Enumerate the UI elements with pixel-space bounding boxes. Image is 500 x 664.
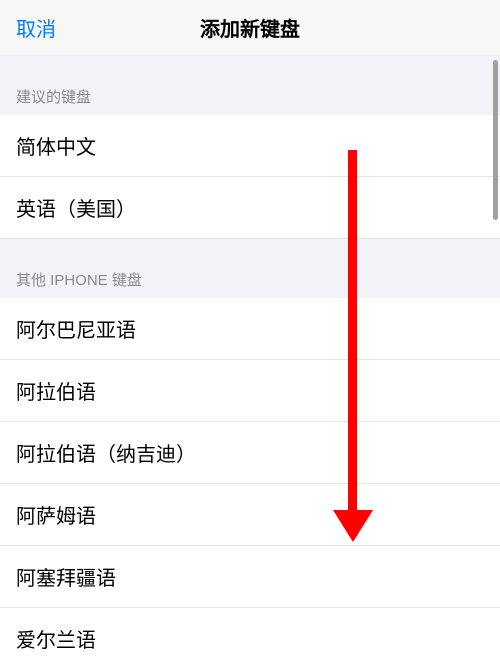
section-header-suggested: 建议的键盘 [0,56,500,115]
page-title: 添加新键盘 [0,13,500,42]
keyboard-list-scroll[interactable]: 建议的键盘 简体中文 英语（美国） 其他 IPHONE 键盘 阿尔巴尼亚语 阿拉… [0,56,500,664]
header-bar: 取消 添加新键盘 [0,0,500,56]
list-item[interactable]: 阿拉伯语 [0,360,500,422]
list-item[interactable]: 阿尔巴尼亚语 [0,298,500,360]
scrollbar-thumb[interactable] [493,60,498,220]
list-item[interactable]: 英语（美国） [0,177,500,239]
list-item[interactable]: 简体中文 [0,115,500,177]
list-item[interactable]: 阿拉伯语（纳吉迪） [0,422,500,484]
section-header-other: 其他 IPHONE 键盘 [0,239,500,298]
list-item[interactable]: 阿萨姆语 [0,484,500,546]
list-item[interactable]: 爱尔兰语 [0,608,500,664]
cancel-button[interactable]: 取消 [16,13,56,42]
list-item[interactable]: 阿塞拜疆语 [0,546,500,608]
